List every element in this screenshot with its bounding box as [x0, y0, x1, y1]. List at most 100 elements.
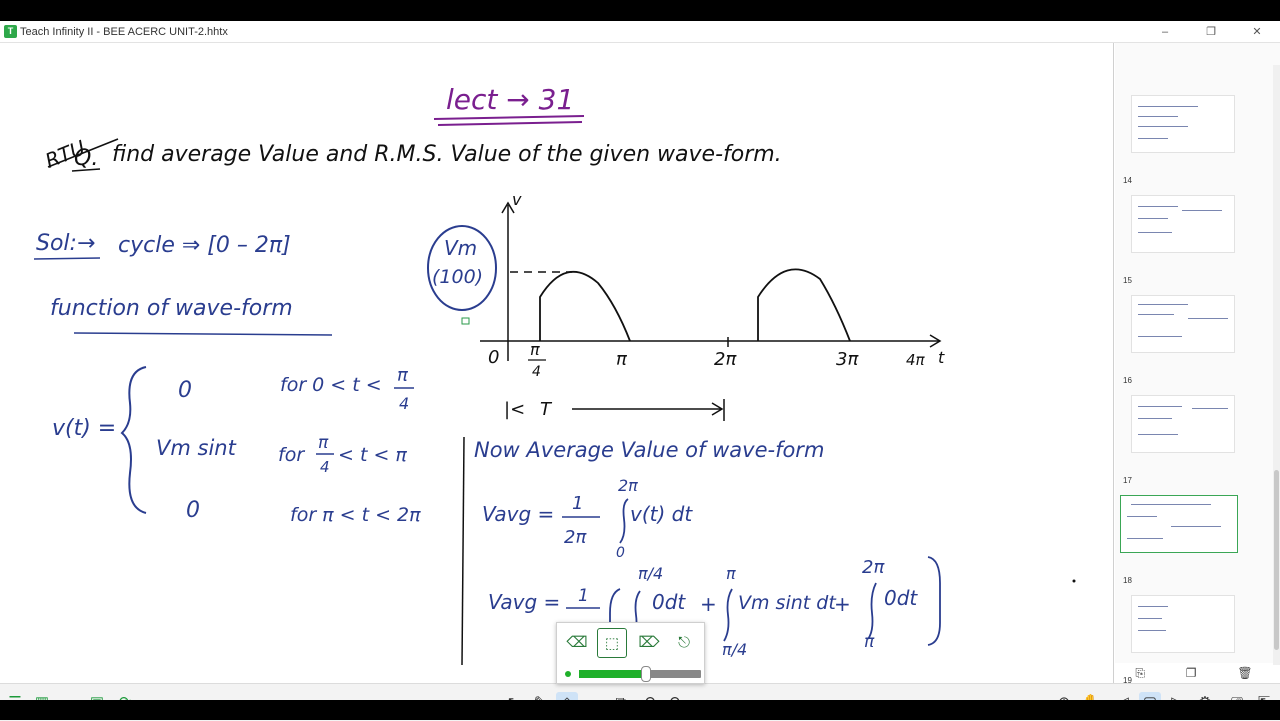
case1-condition: for 0 < t <	[280, 374, 382, 396]
case2-frac-num: π	[318, 433, 329, 453]
piecewise-brace	[120, 366, 147, 514]
page-number: 15	[1123, 276, 1132, 285]
case1-expr: 0	[178, 378, 192, 403]
eraser-mode-icon[interactable]: ⌫	[562, 628, 592, 658]
lecture-title: lect → 31	[446, 83, 574, 116]
tick-0: 0	[488, 347, 499, 368]
plus-1: +	[700, 592, 717, 616]
vm-circle-bottom: (100)	[432, 266, 483, 288]
page-thumbnails[interactable]: 14 15 16 17 18 19	[1115, 43, 1280, 685]
thumbnail-preview	[1131, 395, 1235, 453]
function-heading: function of wave-form	[50, 296, 293, 321]
vavg1-num: 1	[572, 493, 583, 514]
scrollbar-thumb[interactable]	[1274, 470, 1279, 650]
app-window: T Teach Infinity II - BEE ACERC UNIT-2.h…	[0, 21, 1280, 721]
cycle-text: cycle ⇒ [0 – 2π]	[118, 233, 291, 258]
integrand-1: v(t) dt	[630, 502, 693, 526]
thumbnail-preview	[1131, 195, 1235, 253]
integrand-4: 0dt	[884, 586, 918, 610]
integral4-sign	[867, 582, 877, 640]
eraser-size-slider[interactable]	[579, 666, 701, 682]
vm-circle-top: Vm	[444, 236, 477, 260]
window-title: Teach Infinity II - BEE ACERC UNIT-2.hht…	[20, 25, 228, 38]
page-thumbnail[interactable]: 14	[1115, 87, 1265, 187]
restore-button[interactable]: ❐	[1188, 21, 1234, 43]
page-thumbnail[interactable]: 17	[1115, 387, 1265, 487]
plus-2: +	[834, 592, 851, 616]
tick-4pi: 4π	[906, 351, 926, 369]
vavg1-den: 2π	[564, 527, 587, 548]
solution-label: Sol:→	[36, 231, 95, 256]
thumbnail-preview	[1120, 495, 1238, 553]
v-axis-label: v	[512, 190, 522, 209]
tick-pi: π	[616, 349, 628, 370]
section-divider	[461, 436, 465, 666]
page-thumbnail-active[interactable]: 18	[1115, 487, 1265, 587]
tick-frac-den: 4	[532, 364, 541, 380]
integral1-lower: 0	[616, 545, 625, 561]
minimize-button[interactable]: –	[1142, 21, 1188, 43]
case2-frac-den: 4	[320, 458, 330, 476]
vt-label: v(t) =	[52, 416, 116, 441]
integral1-upper: 2π	[618, 476, 638, 495]
eraser-options-popup: ⌫ ⬚ ⌦ ⎋	[556, 622, 705, 684]
thumbnail-preview	[1131, 295, 1235, 353]
stroke-eraser-icon[interactable]: ⌦	[634, 628, 664, 658]
page-thumbnail[interactable]: 16	[1115, 287, 1265, 387]
tick-frac-num: π	[530, 340, 540, 359]
delete-icon[interactable]: 🗑	[1237, 666, 1252, 680]
t-axis-label: t	[938, 348, 945, 367]
size-indicator-dot	[565, 671, 571, 677]
lecture-underline	[437, 121, 583, 126]
integral2-upper: π/4	[638, 564, 663, 583]
thumbnail-preview	[1131, 595, 1235, 653]
ink-dot	[1072, 579, 1076, 583]
vavg2-num: 1	[578, 586, 589, 606]
integral1-sign	[619, 498, 629, 544]
case1-frac-den: 4	[399, 394, 409, 413]
integral4-lower: π	[864, 632, 875, 652]
question-prefix: Q.	[74, 146, 98, 171]
screen-bottom-border	[0, 700, 1280, 720]
average-heading: Now Average Value of wave-form	[474, 438, 824, 462]
integral3-upper: π	[726, 564, 736, 583]
integral4-upper: 2π	[862, 557, 885, 578]
waveform-cycle-2	[757, 268, 851, 342]
clear-eraser-icon[interactable]: ⎋	[669, 628, 699, 658]
vavg-label-1: Vavg =	[482, 502, 554, 526]
app-logo-icon: T	[4, 25, 17, 38]
page-number: 17	[1123, 476, 1132, 485]
title-bar: T Teach Infinity II - BEE ACERC UNIT-2.h…	[0, 21, 1280, 43]
close-button[interactable]: ✕	[1234, 21, 1280, 43]
case3-condition: for π < t < 2π	[290, 504, 421, 526]
slider-fill	[579, 670, 647, 678]
case2-expr: Vm sint	[156, 436, 237, 460]
waveform-cycle-1	[539, 270, 631, 342]
solution-underline	[33, 257, 101, 260]
case2-condition-prefix: for	[278, 444, 305, 466]
page-number: 18	[1123, 576, 1132, 585]
question-text: find average Value and R.M.S. Value of t…	[112, 142, 782, 167]
page-add-icon[interactable]: ⎘	[1135, 666, 1145, 681]
tick-3pi: 3π	[836, 349, 859, 370]
integrand-3: Vm sint dt	[738, 592, 837, 614]
integral3-sign	[723, 588, 733, 642]
thumbnail-preview	[1131, 95, 1235, 153]
period-label: T	[540, 399, 553, 420]
integrand-2: 0dt	[652, 590, 686, 614]
vavg-label-2: Vavg =	[488, 590, 560, 614]
page-number: 16	[1123, 376, 1132, 385]
area-eraser-icon[interactable]: ⬚	[597, 628, 627, 658]
page-thumbnail[interactable]: 15	[1115, 187, 1265, 287]
note-canvas[interactable]: lect → 31 RTU Q. find average Value and …	[0, 43, 1114, 683]
case3-expr: 0	[186, 498, 200, 523]
period-start-mark: |<	[504, 399, 525, 420]
lecture-underline	[433, 115, 585, 120]
integral3-lower: π/4	[722, 640, 747, 659]
page-tools: ⎘ ❐ 🗑	[1115, 663, 1273, 683]
thumbnail-scrollbar[interactable]	[1273, 65, 1280, 665]
right-bracket	[927, 556, 941, 646]
copy-icon[interactable]: ❐	[1186, 666, 1197, 680]
slider-knob[interactable]	[641, 666, 652, 682]
page-number: 14	[1123, 176, 1132, 185]
